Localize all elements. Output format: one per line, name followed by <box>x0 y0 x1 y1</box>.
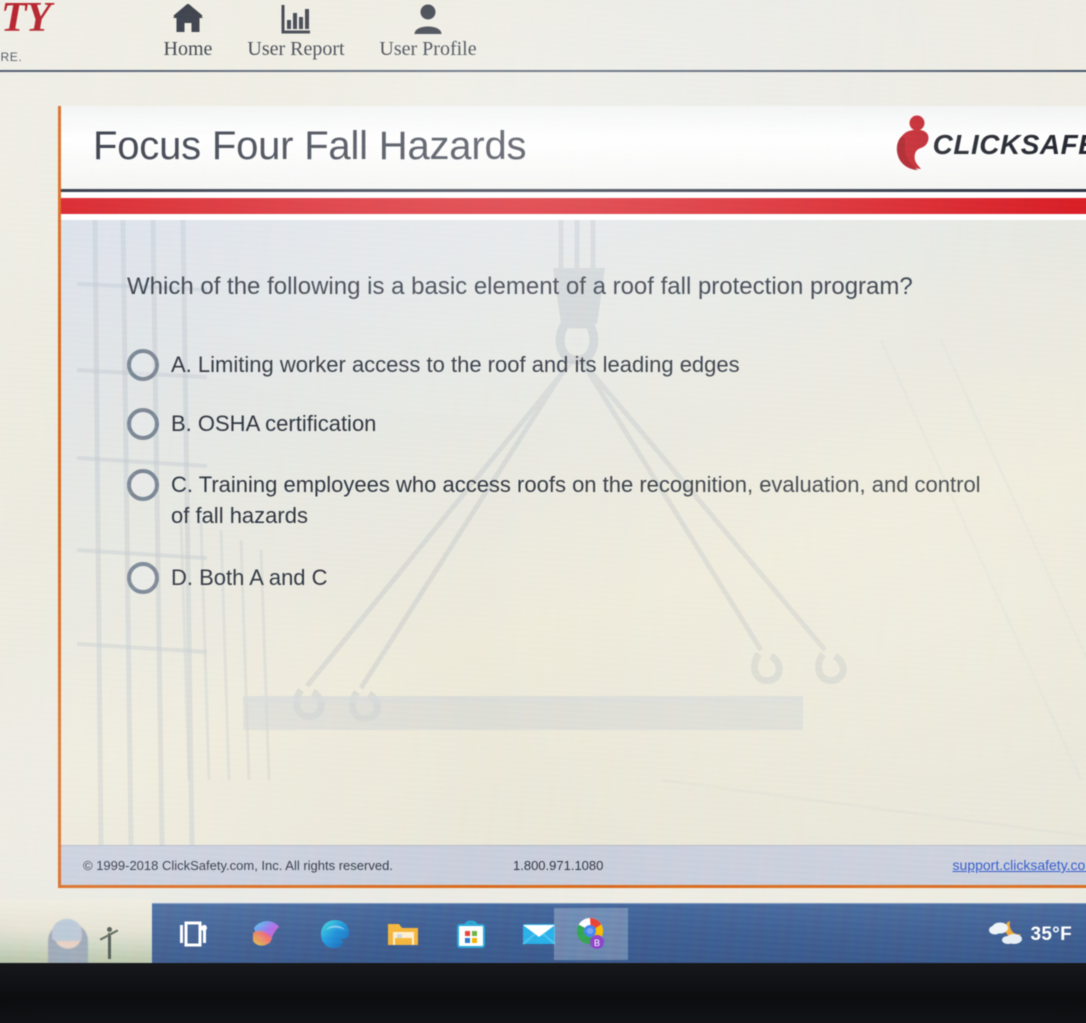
radio-button-d[interactable] <box>127 562 159 594</box>
bar-chart-icon <box>236 2 356 36</box>
answer-option-a[interactable]: A. Limiting worker access to the roof an… <box>127 348 1067 381</box>
microsoft-store-icon[interactable] <box>438 908 504 960</box>
chrome-browser-icon[interactable]: B <box>554 908 628 960</box>
weather-temperature: 35°F <box>1030 923 1072 945</box>
task-view-icon[interactable] <box>160 908 226 960</box>
home-icon <box>128 2 248 36</box>
nav-item-user-profile[interactable]: User Profile <box>368 0 488 60</box>
edge-browser-icon[interactable] <box>302 908 368 960</box>
answer-option-b-label: B. OSHA certification <box>171 411 377 436</box>
radio-button-b[interactable] <box>127 408 159 440</box>
radio-button-a[interactable] <box>127 349 159 381</box>
answer-option-c[interactable]: C. Training employees who access roofs o… <box>127 468 1067 531</box>
site-logo-word: ETY <box>0 0 51 41</box>
copilot-icon[interactable] <box>234 908 300 960</box>
site-logo: ETY UTURE. <box>0 0 94 64</box>
nav-item-user-report[interactable]: User Report <box>236 0 356 60</box>
clicksafety-logo: CLICKSAFET <box>891 114 1086 176</box>
weather-widget[interactable]: 35°F <box>988 918 1072 951</box>
question-text: Which of the following is a basic elemen… <box>127 273 913 300</box>
site-logo-tagline: UTURE. <box>0 50 23 64</box>
support-link[interactable]: support.clicksafety.com <box>953 857 1086 873</box>
course-header: Focus Four Fall Hazards CLICKSAFET <box>61 106 1086 214</box>
nav-item-user-report-label: User Report <box>247 38 345 60</box>
file-explorer-icon[interactable] <box>370 908 436 960</box>
support-phone: 1.800.971.1080 <box>513 858 604 873</box>
answer-option-b[interactable]: B. OSHA certification <box>127 407 1067 440</box>
nav-item-user-profile-label: User Profile <box>379 38 477 60</box>
answer-option-d-label: D. Both A and C <box>171 565 328 590</box>
nav-item-home-label: Home <box>163 38 213 60</box>
quiz-block: Which of the following is a basic elemen… <box>127 272 1067 616</box>
course-content-frame: Focus Four Fall Hazards CLICKSAFET <box>58 106 1086 888</box>
radio-button-c[interactable] <box>127 469 159 501</box>
wallpaper-figure <box>107 927 112 959</box>
answer-option-c-label: C. Training employees who access roofs o… <box>171 472 981 528</box>
svg-text:B: B <box>594 938 600 948</box>
screen-area: ETY UTURE. Home <box>0 0 1086 963</box>
copyright-text: © 1999-2018 ClickSafety.com, Inc. All ri… <box>83 858 393 873</box>
header-red-band <box>61 198 1086 214</box>
monitor-bezel <box>0 963 1086 1023</box>
user-icon <box>368 2 488 36</box>
nav-item-home[interactable]: Home <box>128 0 248 60</box>
answer-option-d[interactable]: D. Both A and C <box>127 561 1067 594</box>
answer-option-a-label: A. Limiting worker access to the roof an… <box>171 352 740 377</box>
partly-cloudy-night-icon <box>988 918 1024 951</box>
lesson-canvas: Which of the following is a basic elemen… <box>61 220 1086 845</box>
course-footer: © 1999-2018 ClickSafety.com, Inc. All ri… <box>61 845 1086 885</box>
desktop-wallpaper <box>0 899 152 963</box>
windows-taskbar: B 35°F <box>152 903 1086 963</box>
clicksafety-figure-icon <box>891 114 935 177</box>
course-title: Focus Four Fall Hazards <box>93 124 527 168</box>
monitor-photo: ETY UTURE. Home <box>0 0 1086 1023</box>
clicksafety-logo-text: CLICKSAFET <box>932 129 1086 160</box>
wallpaper-person <box>48 919 88 963</box>
browser-page: ETY UTURE. Home <box>0 0 1086 963</box>
site-top-navigation: ETY UTURE. Home <box>0 0 1086 72</box>
